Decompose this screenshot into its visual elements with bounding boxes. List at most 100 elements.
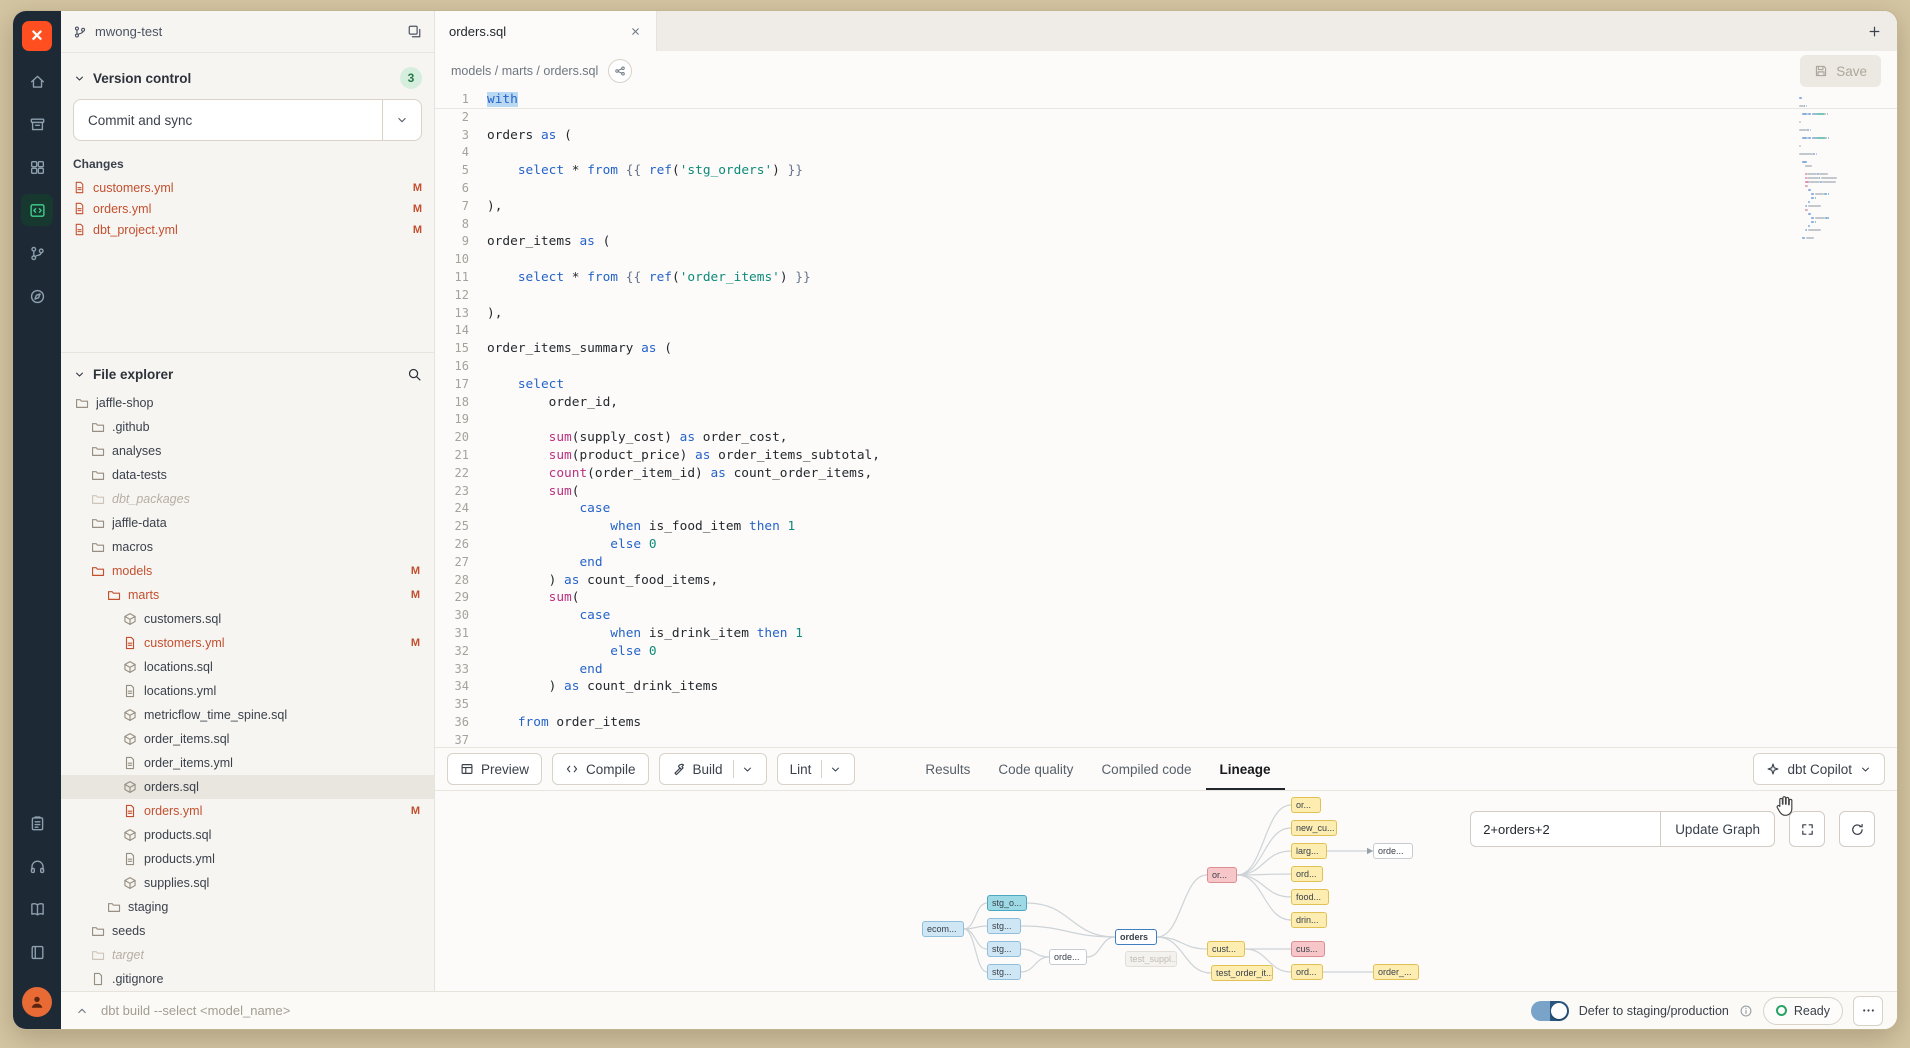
tree-item-order_items.yml[interactable]: order_items.yml — [61, 751, 434, 775]
status-badge[interactable]: Ready — [1763, 997, 1843, 1025]
lineage-node-or[interactable]: or... — [1291, 797, 1321, 813]
tree-item-customers.sql[interactable]: customers.sql — [61, 607, 434, 631]
code-line-14[interactable]: 14 — [435, 322, 1897, 340]
rail-home[interactable] — [21, 65, 53, 97]
code-line-7[interactable]: 7), — [435, 198, 1897, 216]
lineage-node-stg[interactable]: stg... — [987, 964, 1021, 980]
rail-deploy-branch[interactable] — [21, 237, 53, 269]
lineage-node-order_[interactable]: order_... — [1373, 964, 1419, 980]
code-line-9[interactable]: 9order_items as ( — [435, 233, 1897, 251]
code-line-34[interactable]: 34 ) as count_drink_items — [435, 678, 1897, 696]
code-line-26[interactable]: 26 else 0 — [435, 536, 1897, 554]
new-tab-button[interactable] — [1851, 11, 1897, 51]
code-line-15[interactable]: 15order_items_summary as ( — [435, 340, 1897, 358]
collapse-panel-button[interactable] — [75, 1004, 89, 1018]
dbt-copilot-button[interactable]: dbt Copilot — [1753, 753, 1885, 785]
change-item-dbt_project.yml[interactable]: dbt_project.ymlM — [73, 219, 422, 240]
tab-lineage[interactable]: Lineage — [1206, 748, 1285, 790]
code-line-28[interactable]: 28 ) as count_food_items, — [435, 572, 1897, 590]
tab-results[interactable]: Results — [911, 748, 984, 790]
copy-branch-button[interactable] — [407, 24, 422, 39]
code-line-33[interactable]: 33 end — [435, 661, 1897, 679]
close-tab-button[interactable] — [629, 25, 642, 38]
code-line-11[interactable]: 11 select * from {{ ref('order_items') }… — [435, 269, 1897, 287]
code-line-12[interactable]: 12 — [435, 287, 1897, 305]
code-line-31[interactable]: 31 when is_drink_item then 1 — [435, 625, 1897, 643]
code-line-13[interactable]: 13), — [435, 305, 1897, 323]
code-line-8[interactable]: 8 — [435, 216, 1897, 234]
minimap[interactable] — [1799, 97, 1885, 245]
branch-name[interactable]: mwong-test — [95, 24, 162, 39]
command-input[interactable]: dbt build --select <model_name> — [101, 1003, 290, 1018]
lineage-node-ord[interactable]: ord... — [1291, 964, 1323, 980]
tree-item-analyses[interactable]: analyses — [61, 439, 434, 463]
tree-item-staging[interactable]: staging — [61, 895, 434, 919]
tree-item-marts[interactable]: martsM — [61, 583, 434, 607]
tree-item-products.yml[interactable]: products.yml — [61, 847, 434, 871]
tree-item-target[interactable]: target — [61, 943, 434, 967]
lineage-node-ecom[interactable]: ecom... — [922, 921, 964, 937]
tree-item-jaffle-shop[interactable]: jaffle-shop — [61, 391, 434, 415]
tree-item-.github[interactable]: .github — [61, 415, 434, 439]
tree-item-order_items.sql[interactable]: order_items.sql — [61, 727, 434, 751]
defer-toggle[interactable] — [1531, 1001, 1569, 1021]
code-line-32[interactable]: 32 else 0 — [435, 643, 1897, 661]
lineage-node-stg[interactable]: stg... — [987, 918, 1021, 934]
tree-item-supplies.sql[interactable]: supplies.sql — [61, 871, 434, 895]
code-line-16[interactable]: 16 — [435, 358, 1897, 376]
tree-item-customers.yml[interactable]: customers.ymlM — [61, 631, 434, 655]
lineage-node-new_cu[interactable]: new_cu... — [1291, 820, 1337, 836]
code-line-24[interactable]: 24 case — [435, 500, 1897, 518]
lineage-node-cust[interactable]: cust... — [1207, 941, 1245, 957]
preview-button[interactable]: Preview — [447, 753, 542, 785]
code-line-1[interactable]: 1with — [435, 91, 1897, 109]
code-line-27[interactable]: 27 end — [435, 554, 1897, 572]
tree-item-seeds[interactable]: seeds — [61, 919, 434, 943]
fullscreen-button[interactable] — [1789, 811, 1825, 847]
code-line-36[interactable]: 36 from order_items — [435, 714, 1897, 732]
save-button[interactable]: Save — [1800, 55, 1881, 87]
refresh-button[interactable] — [1839, 811, 1875, 847]
rail-apps-grid[interactable] — [21, 151, 53, 183]
rail-tasks-clipboard[interactable] — [21, 807, 53, 839]
lineage-node-food[interactable]: food... — [1291, 889, 1329, 905]
code-line-4[interactable]: 4 — [435, 144, 1897, 162]
rail-develop-ide[interactable] — [21, 194, 53, 226]
code-editor[interactable]: 1with23orders as (45 select * from {{ re… — [435, 91, 1897, 747]
rail-docs-book[interactable] — [21, 893, 53, 925]
graph-query-input[interactable] — [1470, 811, 1660, 847]
tree-item-models[interactable]: modelsM — [61, 559, 434, 583]
change-item-orders.yml[interactable]: orders.ymlM — [73, 198, 422, 219]
code-line-23[interactable]: 23 sum( — [435, 483, 1897, 501]
dbt-logo-icon[interactable]: × — [22, 21, 52, 51]
rail-explore-compass[interactable] — [21, 280, 53, 312]
lineage-node-ord[interactable]: ord... — [1291, 866, 1323, 882]
tab-code-quality[interactable]: Code quality — [984, 748, 1087, 790]
code-line-35[interactable]: 35 — [435, 696, 1897, 714]
code-line-3[interactable]: 3orders as ( — [435, 127, 1897, 145]
user-avatar[interactable] — [22, 987, 52, 1017]
tree-item-locations.sql[interactable]: locations.sql — [61, 655, 434, 679]
lineage-node-stg_o[interactable]: stg_o... — [987, 895, 1027, 911]
tree-item-products.sql[interactable]: products.sql — [61, 823, 434, 847]
build-button[interactable]: Build — [659, 753, 767, 785]
version-control-header[interactable]: Version control 3 — [73, 63, 422, 93]
commit-dropdown-button[interactable] — [383, 113, 421, 127]
commit-and-sync-button[interactable]: Commit and sync — [73, 99, 422, 141]
code-line-5[interactable]: 5 select * from {{ ref('stg_orders') }} — [435, 162, 1897, 180]
more-options-button[interactable] — [1853, 996, 1883, 1026]
lineage-node-orders[interactable]: orders — [1115, 929, 1157, 945]
tree-item-dbt_packages[interactable]: dbt_packages — [61, 487, 434, 511]
code-line-25[interactable]: 25 when is_food_item then 1 — [435, 518, 1897, 536]
code-line-6[interactable]: 6 — [435, 180, 1897, 198]
code-line-10[interactable]: 10 — [435, 251, 1897, 269]
file-explorer-header[interactable]: File explorer — [61, 359, 434, 389]
code-line-37[interactable]: 37 — [435, 732, 1897, 747]
tree-item-orders.sql[interactable]: orders.sql — [61, 775, 434, 799]
lineage-node-test_suppl[interactable]: test_suppl... — [1125, 951, 1177, 967]
code-line-18[interactable]: 18 order_id, — [435, 394, 1897, 412]
lineage-node-orde[interactable]: orde... — [1049, 949, 1087, 965]
defer-info-icon[interactable] — [1739, 1004, 1753, 1018]
change-item-customers.yml[interactable]: customers.ymlM — [73, 177, 422, 198]
tree-item-macros[interactable]: macros — [61, 535, 434, 559]
